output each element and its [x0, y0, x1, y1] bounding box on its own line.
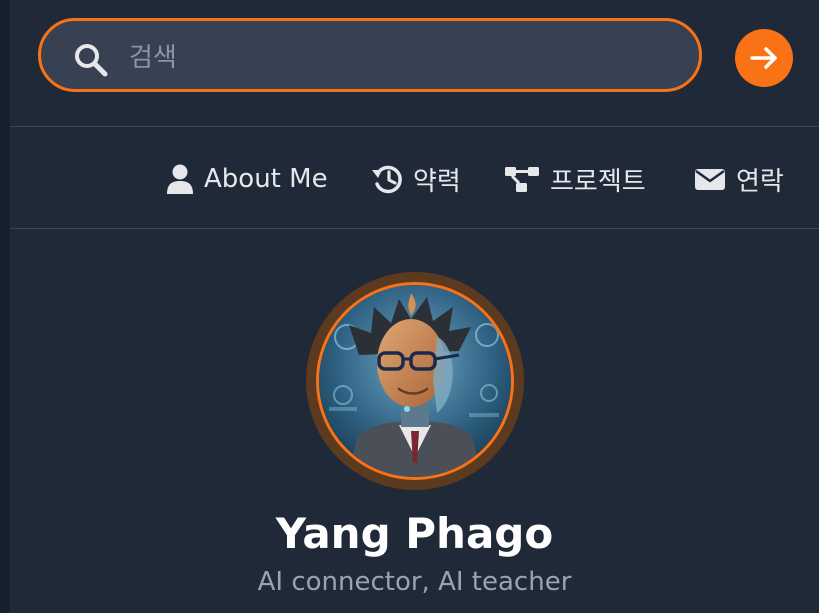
avatar	[316, 282, 514, 480]
nav-label-about-me: About Me	[204, 164, 328, 194]
user-icon	[167, 164, 193, 194]
nav-item-contact[interactable]: 연락	[694, 159, 784, 199]
profile-name: Yang Phago	[275, 509, 554, 558]
search-bar	[10, 0, 819, 126]
nav-item-projects[interactable]: 프로젝트	[504, 159, 646, 199]
nav-label-contact: 연락	[736, 166, 784, 197]
search-input[interactable]	[127, 35, 651, 81]
nav-item-history[interactable]: 약력	[371, 159, 461, 199]
main-nav: About Me 약력 프로젝트 연락	[10, 127, 819, 228]
nav-label-projects: 프로젝트	[550, 166, 646, 197]
arrow-right-icon	[750, 47, 777, 69]
nav-item-about-me[interactable]: About Me	[166, 159, 328, 199]
profile-tagline: AI connector, AI teacher	[257, 567, 572, 597]
search-icon	[75, 44, 108, 77]
envelope-icon	[695, 169, 725, 190]
search-field[interactable]	[38, 18, 702, 92]
nav-label-history: 약력	[413, 166, 461, 197]
avatar-portrait-image	[319, 285, 511, 477]
history-icon	[372, 165, 402, 194]
profile-section: Yang Phago AI connector, AI teacher	[10, 229, 819, 613]
sitemap-icon	[505, 167, 539, 192]
window-edge	[0, 0, 10, 613]
search-submit-button[interactable]	[735, 29, 793, 87]
